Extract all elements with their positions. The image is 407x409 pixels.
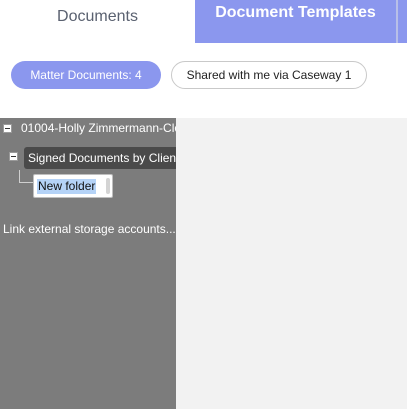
- tab-bar: Documents Document Templates: [0, 0, 407, 43]
- tab-documents[interactable]: Documents: [0, 0, 195, 34]
- shared-with-me-filter-button[interactable]: Shared with me via Caseway 1: [171, 61, 367, 89]
- tab-document-templates-label: Document Templates: [215, 4, 376, 21]
- folder-tree-panel: 01004-Holly Zimmermann-Clo Signed Docume…: [0, 118, 176, 409]
- link-external-storage-link[interactable]: Link external storage accounts...: [3, 222, 176, 236]
- tab-documents-label: Documents: [57, 8, 138, 25]
- shared-with-me-filter-label: Shared with me via Caseway 1: [186, 68, 352, 82]
- input-scrollbar: [106, 178, 110, 194]
- collapse-root-minus-icon[interactable]: [3, 124, 12, 133]
- new-folder-name-value: New folder: [37, 178, 97, 194]
- collapse-child-minus-icon[interactable]: [9, 152, 18, 161]
- tab-document-templates[interactable]: Document Templates: [195, 0, 396, 43]
- tab-edge: [396, 0, 407, 43]
- tree-node-signed-documents[interactable]: Signed Documents by Client: [24, 147, 176, 169]
- new-folder-name-input[interactable]: New folder: [33, 174, 113, 198]
- tree-connector-vertical: [19, 170, 20, 182]
- tree-node-root[interactable]: 01004-Holly Zimmermann-Clo: [21, 121, 176, 135]
- tree-connector-horizontal: [19, 182, 33, 183]
- document-content-area: [176, 118, 407, 409]
- matter-documents-filter-label: Matter Documents: 4: [30, 68, 142, 82]
- matter-documents-filter-button[interactable]: Matter Documents: 4: [11, 61, 161, 89]
